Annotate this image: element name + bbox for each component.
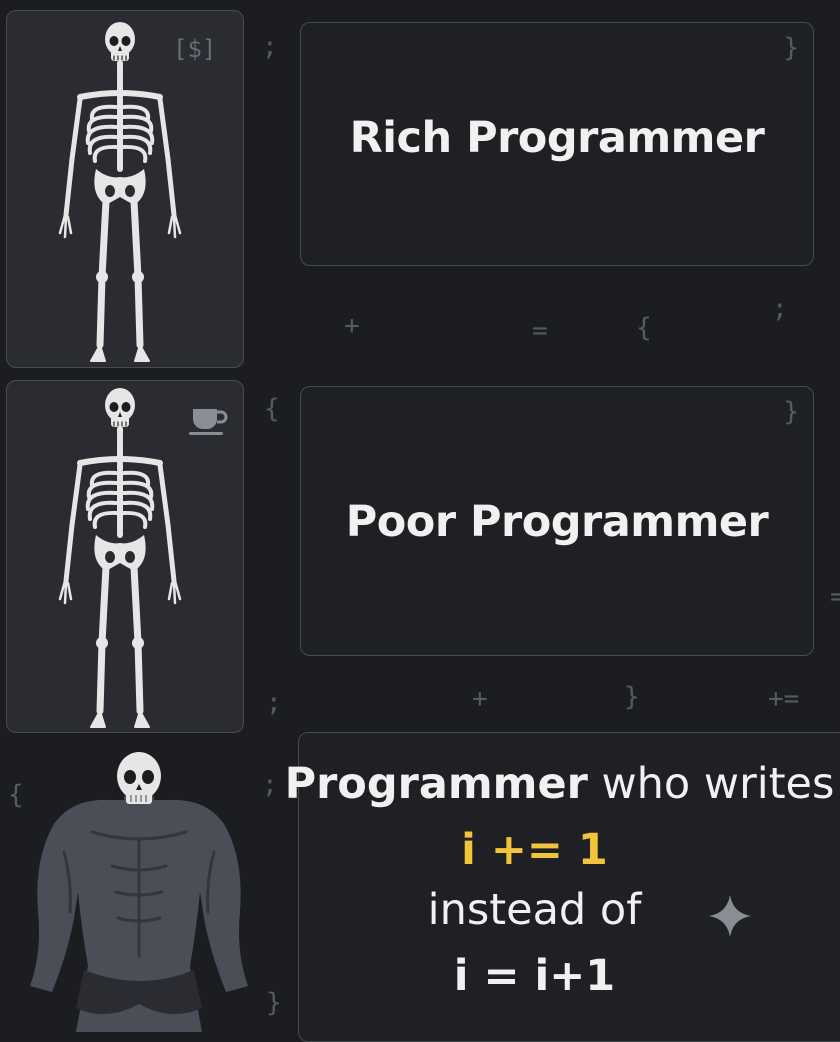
- code-symbol: }: [266, 988, 282, 1018]
- code-symbol: {: [8, 780, 24, 810]
- rich-figure-panel: [$]: [6, 10, 244, 368]
- skeleton-figure: [7, 381, 245, 734]
- poor-programmer-caption: Poor Programmer: [345, 497, 769, 547]
- programmer-line: Programmer who writes: [261, 763, 840, 806]
- increment-shorthand-code: i += 1: [461, 825, 608, 875]
- code-symbol: ;: [262, 770, 278, 800]
- code-symbol: +: [472, 684, 488, 714]
- skeleton-figure: [7, 11, 245, 369]
- code-symbol: +: [344, 311, 360, 341]
- who-writes-text: who writes: [587, 759, 835, 809]
- code-symbol: ;: [262, 32, 278, 62]
- rich-caption-panel: } Rich Programmer: [300, 22, 814, 266]
- brace-symbol: }: [783, 397, 799, 427]
- clever-programmer-panel: Programmer who writes i += 1 instead of …: [285, 732, 840, 1042]
- code-symbol: {: [636, 313, 652, 343]
- code-symbol: {: [264, 394, 280, 424]
- code-symbol: =: [830, 582, 840, 612]
- programmer-word: Programmer: [284, 759, 588, 809]
- code-symbol: ;: [772, 294, 788, 324]
- increment-longhand-code: i = i+1: [453, 951, 616, 1001]
- code-symbol: +=: [768, 684, 800, 714]
- poor-figure-panel: [6, 380, 244, 733]
- brace-symbol: }: [783, 33, 799, 63]
- code-symbol: ;: [266, 688, 282, 718]
- rich-programmer-caption: Rich Programmer: [349, 113, 765, 163]
- code-symbol: =: [532, 316, 548, 346]
- code-symbol: }: [624, 682, 640, 712]
- poor-caption-panel: } Poor Programmer: [300, 386, 814, 656]
- sparkle-icon: [709, 895, 751, 937]
